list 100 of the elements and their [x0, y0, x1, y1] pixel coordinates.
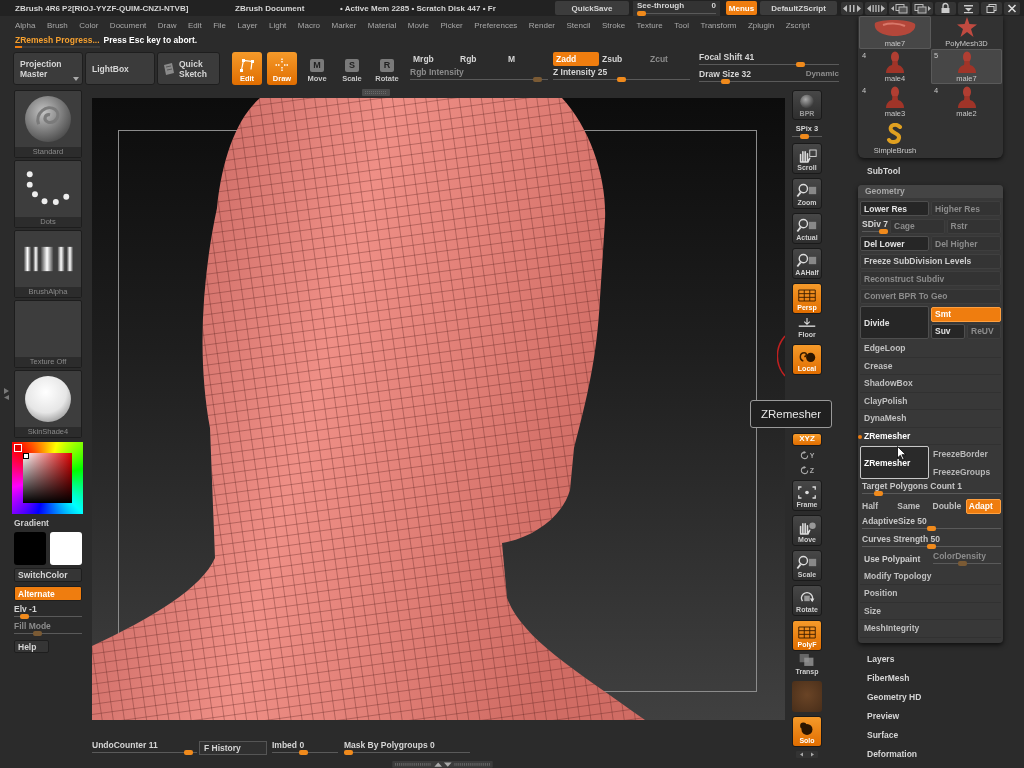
menu-item[interactable]: Material — [367, 20, 397, 30]
geometry-button[interactable]: Lower Res — [860, 201, 929, 217]
section-header[interactable]: ShadowBox — [860, 375, 1001, 393]
menu-item[interactable]: Color — [79, 20, 99, 30]
resize-handle-icon[interactable] — [390, 761, 495, 768]
section-header[interactable]: Modify Topology — [860, 567, 1001, 585]
menu-item[interactable]: Zplugin — [748, 20, 775, 30]
sculpt-mode-button[interactable]: Zsub — [599, 52, 647, 66]
lock-icon[interactable] — [935, 1, 956, 15]
slider-knob[interactable] — [344, 750, 353, 755]
slider-knob[interactable] — [927, 526, 936, 532]
palette-header[interactable]: Preview — [867, 706, 900, 726]
color-mode-button[interactable]: Mrgb — [410, 52, 457, 66]
slider-knob[interactable] — [927, 543, 936, 549]
option-button[interactable]: Half — [860, 498, 894, 514]
help-button[interactable]: Help — [14, 640, 49, 653]
slider-track[interactable] — [344, 750, 470, 755]
option-button[interactable]: Same — [895, 498, 929, 514]
color-mode-button[interactable]: M — [505, 52, 548, 66]
zremesher-button[interactable]: ZRemesher — [860, 446, 929, 479]
menu-item[interactable]: Alpha — [15, 20, 36, 30]
section-header[interactable]: Crease — [860, 357, 1001, 375]
slider-knob[interactable] — [617, 77, 626, 82]
swatch-icon[interactable] — [50, 532, 82, 565]
menu-item[interactable]: Movie — [407, 20, 430, 30]
option-button[interactable]: FreezeBorder — [931, 445, 1001, 462]
slider-track[interactable] — [92, 750, 197, 755]
section-header[interactable]: EdgeLoop — [860, 340, 1001, 358]
minimize-icon[interactable] — [958, 1, 979, 15]
slider-knob[interactable] — [721, 79, 731, 84]
menu-item[interactable]: Layer — [237, 20, 258, 30]
slider-knob[interactable] — [298, 750, 308, 755]
slider-track[interactable] — [637, 10, 716, 16]
geometry-button[interactable]: Freeze SubDivision Levels — [860, 253, 1001, 269]
menu-item[interactable]: Draw — [157, 20, 177, 30]
section-header[interactable]: ZRemesher — [860, 427, 1001, 445]
slider-track[interactable] — [933, 561, 1001, 567]
slider-knob[interactable] — [637, 10, 646, 16]
slider-knob[interactable] — [184, 750, 194, 755]
menu-item[interactable]: Document — [109, 20, 147, 30]
slider-knob[interactable] — [795, 62, 805, 67]
window-right-icon[interactable] — [912, 1, 933, 15]
section-header[interactable]: DynaMesh — [860, 410, 1001, 428]
polypaint-button[interactable]: Use Polypaint — [860, 551, 929, 567]
option-button[interactable]: Suv — [931, 323, 965, 339]
section-header[interactable]: Position — [860, 585, 1001, 603]
slider-track[interactable] — [862, 543, 1001, 549]
swatch-icon[interactable] — [14, 532, 46, 565]
history-button[interactable]: F History — [199, 741, 267, 755]
section-header[interactable]: Size — [860, 602, 1001, 620]
option-button[interactable]: FreezeGroups — [931, 463, 1001, 480]
head-mesh-drawing[interactable] — [92, 98, 645, 720]
section-header[interactable]: ClayPolish — [860, 392, 1001, 410]
slider-track[interactable] — [862, 228, 888, 234]
menu-item[interactable]: Brush — [46, 20, 68, 30]
slider-knob[interactable] — [879, 228, 888, 234]
palette-header[interactable]: Layers — [867, 649, 895, 669]
scroll-arrows-icon[interactable] — [796, 751, 818, 758]
geometry-button[interactable]: Del Lower — [860, 236, 929, 252]
menu-item[interactable]: Preferences — [474, 20, 518, 30]
scroll-arrows-icon[interactable] — [865, 1, 887, 15]
switch-color-button[interactable]: SwitchColor — [14, 568, 82, 582]
palette-header[interactable]: Deformation — [867, 744, 918, 764]
shelf-button[interactable]: Projection Master — [13, 52, 83, 85]
collapse-arrows-icon[interactable] — [3, 387, 10, 401]
material-swatch-icon[interactable] — [792, 681, 822, 712]
menu-item[interactable]: Light — [268, 20, 287, 30]
slider-track[interactable] — [862, 491, 1001, 497]
scroll-arrows-icon[interactable] — [841, 1, 863, 15]
menu-item[interactable]: Texture — [636, 20, 663, 30]
palette-header[interactable]: FiberMesh — [867, 668, 910, 688]
slider-knob[interactable] — [19, 614, 29, 619]
quick-sketch-button[interactable]: Quick Sketch — [157, 52, 220, 85]
quicksave-button[interactable]: QuickSave — [555, 1, 629, 15]
window-left-icon[interactable] — [889, 1, 910, 15]
slider-knob[interactable] — [873, 491, 883, 497]
subtool-header[interactable]: SubTool — [858, 158, 947, 185]
restore-icon[interactable] — [981, 1, 1002, 15]
slider-track[interactable] — [862, 526, 1001, 532]
menu-item[interactable]: Transform — [700, 20, 737, 30]
menu-item[interactable]: Picker — [440, 20, 463, 30]
menu-item[interactable]: Macro — [297, 20, 320, 30]
geometry-header[interactable]: Geometry — [858, 185, 1003, 198]
shelf-button[interactable]: LightBox — [85, 52, 155, 85]
resize-handle-icon[interactable] — [362, 89, 390, 96]
option-button[interactable]: Double — [930, 498, 964, 514]
slider-knob[interactable] — [799, 134, 809, 139]
section-header[interactable]: MeshIntegrity — [860, 620, 1001, 638]
menu-item[interactable]: Zscript — [785, 20, 810, 30]
menu-item[interactable]: Tool — [674, 20, 689, 30]
menu-item[interactable]: Edit — [187, 20, 202, 30]
menu-item[interactable]: File — [213, 20, 227, 30]
close-icon[interactable] — [1004, 1, 1020, 15]
menu-item[interactable]: Render — [528, 20, 556, 30]
palette-header[interactable]: Geometry HD — [867, 687, 922, 707]
script-button[interactable]: DefaultZScript — [760, 1, 837, 15]
color-picker[interactable] — [12, 442, 83, 514]
palette-header[interactable]: Surface — [867, 725, 899, 745]
color-mode-button[interactable]: Rgb — [457, 52, 505, 66]
menu-item[interactable]: Marker — [331, 20, 357, 30]
